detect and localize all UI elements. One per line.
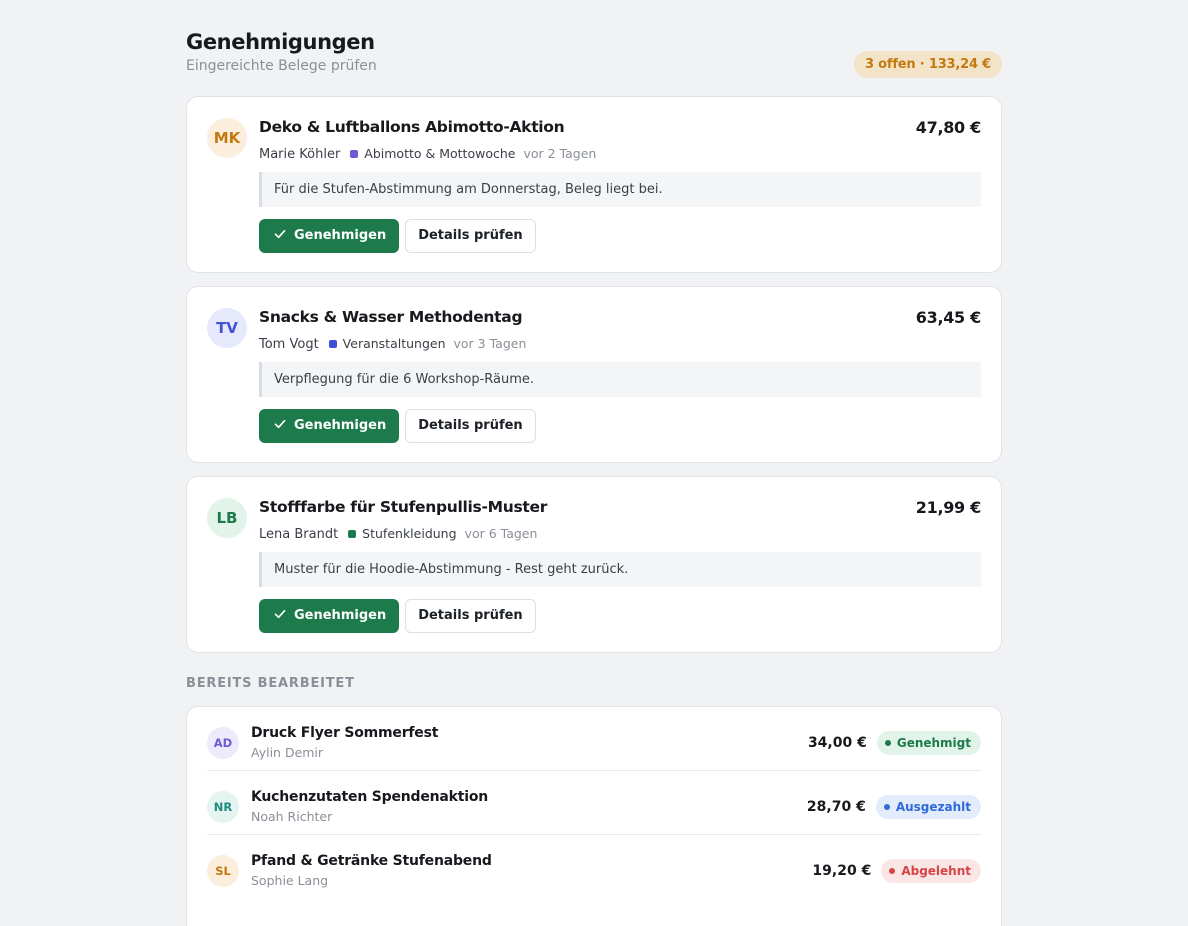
approve-button-label: Genehmigen [294, 608, 387, 623]
receipt-amount: 34,00 € [807, 735, 867, 751]
processed-row[interactable]: NR Kuchenzutaten Spendenaktion Noah Rich… [207, 771, 981, 835]
submitter-name: Lena Brandt [259, 527, 339, 542]
status-badge: Ausgezahlt [875, 795, 981, 819]
submitter-name: Tom Vogt [259, 337, 319, 352]
category-label: Veranstaltungen [342, 336, 446, 351]
processed-list: AD Druck Flyer Sommerfest Aylin Demir 34… [186, 706, 1002, 926]
review-details-button[interactable]: Details prüfen [405, 599, 536, 633]
status-badge: Abgelehnt [881, 859, 981, 883]
receipt-amount: 28,70 € [806, 799, 866, 815]
review-details-button[interactable]: Details prüfen [405, 219, 536, 253]
submitted-time: vor 2 Tagen [523, 146, 597, 161]
processed-right: 34,00 € Genehmigt [808, 731, 981, 755]
receipt-title: Druck Flyer Sommerfest [251, 725, 439, 741]
receipt-title: Kuchenzutaten Spendenaktion [251, 789, 489, 805]
action-row: Genehmigen Details prüfen [259, 219, 536, 253]
processed-row[interactable]: AD Druck Flyer Sommerfest Aylin Demir 34… [207, 707, 981, 771]
processed-section-label: BEREITS BEARBEITET [186, 676, 355, 691]
receipt-meta: Marie Köhler Abimotto & Mottowoche vor 2 T… [259, 146, 596, 162]
pending-receipt-card: MK Deko & Luftballons Abimotto-Aktion 47… [186, 96, 1002, 273]
check-icon [274, 609, 286, 619]
pending-list: MK Deko & Luftballons Abimotto-Aktion 47… [186, 96, 1002, 653]
status-label: Genehmigt [896, 736, 971, 750]
receipt-amount: 47,80 € [915, 118, 982, 137]
avatar: LB [207, 498, 247, 538]
avatar: SL [207, 855, 239, 887]
approvals-page: Genehmigungen Eingereichte Belege prüfen… [186, 30, 1002, 926]
status-dot-icon [884, 740, 891, 746]
pending-receipt-card: LB Stofffarbe für Stufenpullis-Muster 21… [186, 476, 1002, 653]
avatar: MK [207, 118, 247, 158]
action-row: Genehmigen Details prüfen [259, 599, 536, 633]
status-label: Ausgezahlt [895, 800, 971, 814]
review-details-button[interactable]: Details prüfen [405, 409, 536, 443]
submitter-name: Sophie Lang [251, 873, 329, 888]
receipt-meta: Lena Brandt Stufenkleidung vor 6 Tagen [259, 526, 537, 542]
receipt-title: Snacks & Wasser Methodentag [259, 308, 523, 326]
submitter-name: Aylin Demir [251, 745, 324, 760]
open-summary-badge: 3 offen · 133,24 € [853, 51, 1002, 78]
category-color-dot [350, 150, 359, 158]
processed-right: 28,70 € Ausgezahlt [807, 795, 981, 819]
receipt-amount: 19,20 € [812, 863, 872, 879]
receipt-title: Pfand & Getränke Stufenabend [251, 853, 492, 869]
check-icon [274, 229, 286, 239]
page-header: Genehmigungen Eingereichte Belege prüfen… [186, 30, 1002, 96]
approve-button-label: Genehmigen [294, 418, 387, 433]
receipt-title: Stofffarbe für Stufenpullis-Muster [259, 498, 548, 516]
processed-row[interactable]: SL Pfand & Getränke Stufenabend Sophie L… [207, 835, 981, 899]
receipt-note: Verpflegung für die 6 Workshop-Räume. [259, 362, 981, 397]
approve-button-label: Genehmigen [294, 228, 387, 243]
receipt-title: Deko & Luftballons Abimotto-Aktion [259, 118, 565, 136]
processed-right: 19,20 € Abgelehnt [812, 859, 981, 883]
receipt-meta: Tom Vogt Veranstaltungen vor 3 Tagen [259, 336, 526, 352]
submitter-name: Marie Köhler [259, 147, 341, 162]
avatar: AD [207, 727, 239, 759]
category-color-dot [328, 340, 337, 348]
approve-button[interactable]: Genehmigen [259, 409, 400, 443]
receipt-amount: 21,99 € [915, 498, 982, 517]
status-label: Abgelehnt [901, 864, 971, 878]
avatar: NR [207, 791, 239, 823]
avatar: TV [207, 308, 247, 348]
receipt-note: Muster für die Hoodie-Abstimmung - Rest … [259, 552, 981, 587]
receipt-note: Für die Stufen-Abstimmung am Donnerstag,… [259, 172, 981, 207]
category-color-dot [348, 530, 357, 538]
approve-button[interactable]: Genehmigen [259, 219, 400, 253]
approve-button[interactable]: Genehmigen [259, 599, 400, 633]
check-icon [274, 419, 286, 429]
action-row: Genehmigen Details prüfen [259, 409, 536, 443]
receipt-amount: 63,45 € [915, 308, 982, 327]
submitted-time: vor 3 Tagen [453, 336, 527, 351]
pending-receipt-card: TV Snacks & Wasser Methodentag 63,45 € T… [186, 286, 1002, 463]
submitter-name: Noah Richter [251, 809, 333, 824]
category-label: Abimotto & Mottowoche [364, 146, 516, 161]
submitted-time: vor 6 Tagen [464, 526, 538, 541]
status-dot-icon [889, 868, 896, 874]
category-label: Stufenkleidung [362, 526, 457, 541]
status-dot-icon [883, 804, 890, 810]
status-badge: Genehmigt [876, 731, 981, 755]
